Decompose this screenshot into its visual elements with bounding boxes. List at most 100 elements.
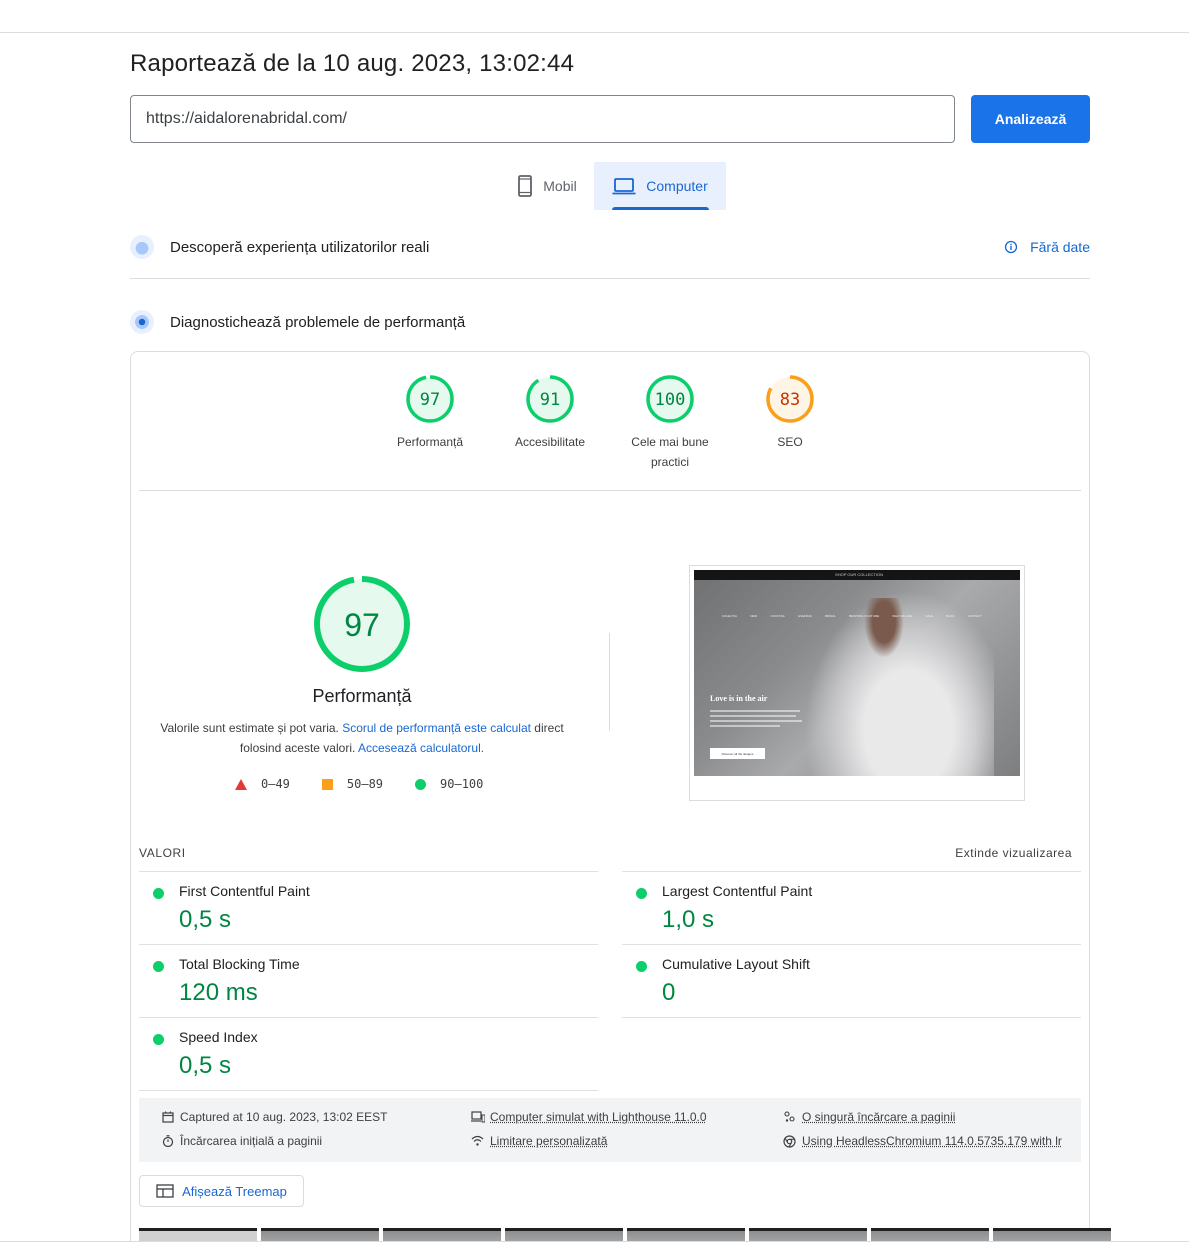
runtime-device[interactable]: Computer simulat with Lighthouse 11.0.0 [471, 1110, 707, 1124]
category-gauge[interactable]: 91 Accesibilitate [490, 374, 610, 472]
screenshot-nav-item: EVENING [798, 614, 812, 618]
vertical-divider [609, 633, 610, 731]
chrome-icon [783, 1134, 796, 1148]
runtime-single-load[interactable]: O singură încărcare a paginii [783, 1110, 955, 1124]
runtime-throttling[interactable]: Limitare personalizată [471, 1134, 607, 1148]
runtime-captured-text: Captured at 10 aug. 2023, 13:02 EEST [180, 1110, 388, 1124]
category-gauge[interactable]: 97 Performanță [370, 374, 490, 472]
filmstrip-frame [383, 1228, 501, 1242]
calculator-link[interactable]: Accesează calculatorul. [358, 741, 484, 755]
category-label: Accesibilitate [514, 435, 586, 449]
runtime-browser-text: Using HeadlessChromium 114.0.5735.179 wi… [802, 1134, 1062, 1148]
circle-icon [415, 778, 427, 790]
metric-value: 0 [662, 979, 676, 1006]
filmstrip-frame [993, 1228, 1111, 1242]
screenshot-nav-item: SALE [925, 614, 933, 618]
devices-icon [471, 1110, 486, 1124]
score-ring: 83 [766, 375, 814, 423]
filmstrip-frame [139, 1228, 257, 1242]
runtime-single-load-text: O singură încărcare a paginii [802, 1110, 956, 1124]
expand-view-toggle[interactable]: Extinde vizualizarea [955, 846, 1072, 860]
screenshot-headline: Love is in the air [710, 694, 768, 703]
category-score: 91 [540, 390, 560, 410]
filmstrip-frame [627, 1228, 745, 1242]
tab-mobile[interactable]: Mobil [500, 162, 594, 210]
category-label: Performanță [396, 435, 464, 449]
metric-name: Total Blocking Time [179, 956, 300, 972]
url-input[interactable]: https://aidalorenabridal.com/ [130, 95, 955, 143]
tab-mobile-label: Mobil [543, 178, 577, 194]
screenshot-nav-item: BESPOKE COUTURE [849, 614, 880, 618]
metric-lcp: Largest Contentful Paint 1,0 s [622, 871, 1081, 944]
screenshot-nav-item: NEW [750, 614, 758, 618]
no-data-status[interactable]: Fără date [1004, 239, 1090, 255]
metric-cls: Cumulative Layout Shift 0 [622, 944, 1081, 1017]
pass-icon [636, 888, 647, 899]
pass-icon [153, 888, 164, 899]
users-icon [130, 235, 154, 259]
screenshot-nav: COLECȚIA NEW COCKTAIL EVENING BRIDAL BESPOKE … [722, 614, 982, 618]
gauges-divider [139, 490, 1081, 491]
runtime-settings: Captured at 10 aug. 2023, 13:02 EEST Înc… [139, 1098, 1081, 1162]
laptop-icon [612, 178, 636, 195]
diagnose-section-header: Diagnostichează problemele de performanț… [130, 310, 1090, 334]
url-input-value: https://aidalorenabridal.com/ [146, 110, 347, 127]
screenshot-nav-item: BRIDAL [825, 614, 836, 618]
category-score: 97 [420, 390, 440, 410]
final-screenshot: SHOP OUR COLLECTION COLECȚIA NEW COCKTAIL E… [694, 570, 1020, 776]
performance-score: 97 [344, 607, 380, 643]
filmstrip-frame [871, 1228, 989, 1242]
runtime-throttling-text: Limitare personalizată [490, 1134, 608, 1148]
tab-active-indicator [612, 207, 709, 210]
analyze-button[interactable]: Analizează [971, 95, 1090, 143]
top-divider [0, 32, 1189, 33]
legend-average-label: 50–89 [346, 777, 384, 791]
tab-computer-label: Computer [646, 178, 708, 194]
screenshot-promo: SHOP OUR COLLECTION [835, 572, 883, 577]
legend-pass: 90–100 [415, 777, 483, 791]
timer-icon [161, 1134, 174, 1148]
diagnose-title: Diagnostichează problemele de performanț… [170, 313, 466, 331]
score-legend: 0–49 50–89 90–100 [235, 777, 515, 791]
tab-computer[interactable]: Computer [594, 162, 726, 210]
treemap-label: Afișează Treemap [182, 1183, 287, 1199]
legend-fail-label: 0–49 [261, 777, 290, 791]
people-icon [783, 1110, 796, 1124]
performance-description: Valorile sunt estimate și pot varia. Sco… [160, 718, 564, 758]
legend-pass-label: 90–100 [440, 777, 484, 791]
metrics-divider [139, 1090, 598, 1091]
category-gauges: 97 Performanță 91 Accesibilitate 100 Cele mai… [370, 374, 850, 472]
pass-icon [636, 961, 647, 972]
metric-name: First Contentful Paint [179, 883, 310, 899]
view-treemap-button[interactable]: Afișează Treemap [139, 1175, 304, 1207]
metric-name: Largest Contentful Paint [662, 883, 813, 899]
report-title: Raportează de la 10 aug. 2023, 13:02:44 [130, 50, 575, 77]
wifi-icon [471, 1135, 484, 1148]
section-divider [130, 278, 1090, 279]
category-gauge[interactable]: 83 SEO [730, 374, 850, 472]
desc-text-1: Valorile sunt estimate și pot varia. [160, 721, 343, 735]
screenshot-body-text [710, 710, 802, 730]
performance-score-gauge: 97 [314, 576, 410, 672]
score-calc-link[interactable]: Scorul de performanță este calculat [342, 721, 531, 735]
crux-title: Descoperă experiența utilizatorilor real… [170, 238, 430, 256]
metrics-label: VALORI [139, 846, 186, 860]
info-icon [1004, 240, 1018, 254]
runtime-captured: Captured at 10 aug. 2023, 13:02 EEST [161, 1110, 387, 1124]
score-ring: 97 [406, 375, 454, 423]
metric-value: 0,5 s [179, 906, 232, 933]
filmstrip-frame [505, 1228, 623, 1242]
metric-speed-index: Speed Index 0,5 s [139, 1017, 598, 1090]
screenshot-nav-item: CONTACT [967, 614, 982, 618]
runtime-browser[interactable]: Using HeadlessChromium 114.0.5735.179 wi… [783, 1134, 1062, 1148]
performance-title: Performanță [312, 686, 412, 706]
score-ring: 91 [526, 375, 574, 423]
runtime-initial-load: Încărcarea inițială a paginii [161, 1134, 322, 1148]
triangle-icon [235, 778, 247, 790]
category-gauge[interactable]: 100 Cele mai bune practici [610, 374, 730, 472]
metric-tbt: Total Blocking Time 120 ms [139, 944, 598, 1017]
screenshot-model [864, 598, 904, 658]
filmstrip [139, 1228, 1111, 1242]
metric-value: 1,0 s [662, 906, 715, 933]
screenshot-nav-item: WHO WE ARE [892, 614, 913, 618]
